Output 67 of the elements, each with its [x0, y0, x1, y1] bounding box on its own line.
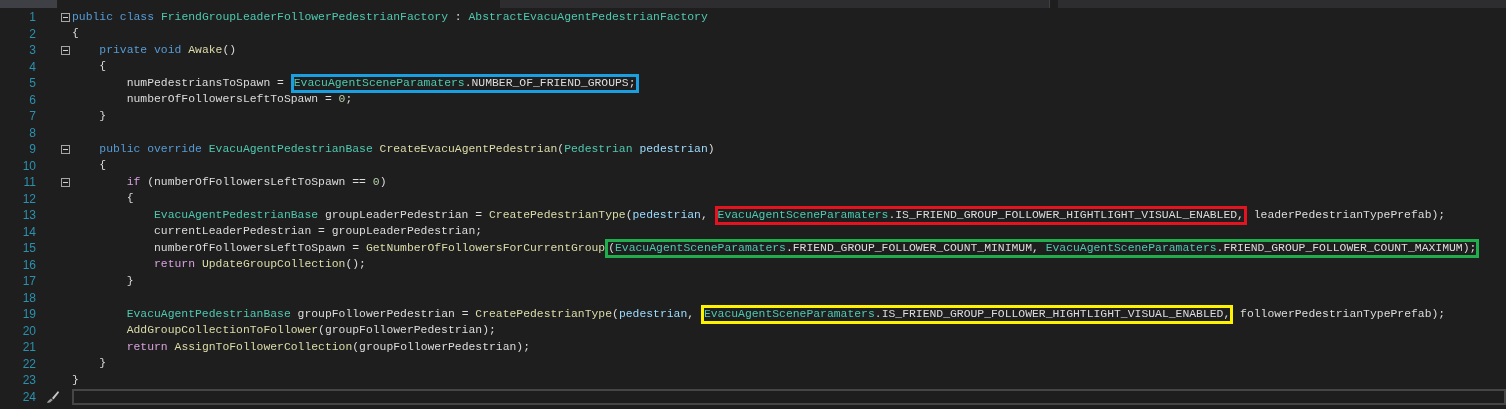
code-line: } [98, 356, 107, 372]
line-number: 13 [21, 208, 36, 223]
code-line: } [125, 273, 134, 289]
line-number: 17 [21, 274, 36, 289]
code-line: AddGroupCollectionToFollower(groupFollowerPedestrian); [125, 323, 496, 339]
line-number: 7 [28, 109, 36, 124]
line-number: 6 [28, 92, 36, 107]
line-number: 10 [21, 158, 36, 173]
code-line: if (numberOfFollowersLeftToSpawn == 0) [125, 174, 387, 190]
code-line: { [98, 59, 107, 75]
line-number: 9 [28, 142, 36, 157]
highlighted-code: EvacuAgentSceneParamaters.IS_FRIEND_GROUP_FOLLOWER_HIGHTLIGHT_VISUAL_ENABLED, [700, 304, 1234, 324]
line-number: 23 [21, 373, 36, 388]
collapse-icon[interactable] [61, 45, 70, 55]
line-number: 20 [21, 323, 36, 338]
line-number: 4 [28, 59, 36, 74]
collapse-icon[interactable] [61, 144, 70, 154]
code-line: { [125, 191, 134, 207]
code-line: } [98, 108, 107, 124]
code-line: { [98, 158, 107, 174]
code-line: public class FriendGroupLeaderFollowerPedestrianFactory : AbstractEvacuAgentPedestrianFactory [72, 9, 708, 25]
code-line: currentLeaderPedestrian = groupLeaderPedestrian; [153, 224, 483, 240]
code-text: EvacuAgentPedestrianBase [125, 306, 291, 322]
line-number: 8 [28, 125, 36, 140]
code-text: pedestrian [632, 207, 701, 223]
code-text: ( [612, 306, 619, 322]
code-text: , [700, 207, 709, 223]
code-text: GetNumberOfFollowersForCurrentGroup [365, 240, 606, 256]
code-text: , [687, 306, 696, 322]
code-line: private void Awake() [98, 42, 237, 58]
code-text: pedestrian [618, 306, 688, 322]
code-text: CreatePedestrianType [475, 306, 613, 322]
code-text: ( [625, 207, 633, 223]
code-line: return UpdateGroupCollection(); [153, 257, 366, 273]
collapse-icon[interactable] [61, 12, 70, 22]
code-line: public override EvacuAgentPedestrianBase CreateEvacuAgentPedestrian(Pedestrian pedestrian) [98, 141, 715, 157]
code-text: CreatePedestrianType [488, 207, 626, 223]
code-text: groupFollowerPedestrian = [296, 306, 470, 322]
highlighted-code: EvacuAgentSceneParamaters.NUMBER_OF_FRIEND_GROUPS; [290, 73, 639, 93]
code-text: numPedestriansToSpawn = [125, 75, 285, 91]
code-text: numberOfFollowersLeftToSpawn = [153, 240, 361, 256]
line-number: 3 [28, 43, 36, 58]
code-text: leaderPedestrianTypePrefab); [1252, 207, 1446, 223]
line-number: 19 [21, 307, 36, 322]
collapse-icon[interactable] [61, 177, 70, 187]
line-number: 12 [21, 191, 36, 206]
line-number: 14 [21, 224, 36, 239]
code-text: EvacuAgentPedestrianBase [153, 207, 319, 223]
line-number: 5 [28, 76, 36, 91]
line-number: 11 [22, 175, 36, 190]
code-line: return AssignToFollowerCollection(groupFollowerPedestrian); [125, 339, 530, 355]
highlighted-code: (EvacuAgentSceneParamaters.FRIEND_GROUP_FOLLOWER_COUNT_MINIMUM, EvacuAgentSceneParamaters.FRIEND_GROUP_FOLLOWER_COUNT_MAXIMUM); [605, 238, 1480, 258]
line-number: 21 [21, 340, 36, 355]
highlighted-code: EvacuAgentSceneParamaters.IS_FRIEND_GROUP_FOLLOWER_HIGHTLIGHT_VISUAL_ENABLED, [714, 205, 1247, 225]
line-number: 18 [21, 290, 36, 305]
line-number: 2 [28, 26, 36, 41]
line-number: 22 [21, 356, 36, 371]
brush-icon[interactable] [46, 389, 60, 404]
code-line: } [72, 372, 79, 388]
line-number: 15 [21, 241, 36, 256]
line-number: 1 [28, 10, 36, 25]
line-number: 24 [21, 389, 36, 404]
code-line: numberOfFollowersLeftToSpawn = 0; [125, 92, 353, 108]
code-text: groupLeaderPedestrian = [323, 207, 484, 223]
code-line: { [72, 26, 79, 42]
code-text: followerPedestrianTypePrefab); [1239, 306, 1446, 322]
line-number: 16 [21, 257, 36, 272]
